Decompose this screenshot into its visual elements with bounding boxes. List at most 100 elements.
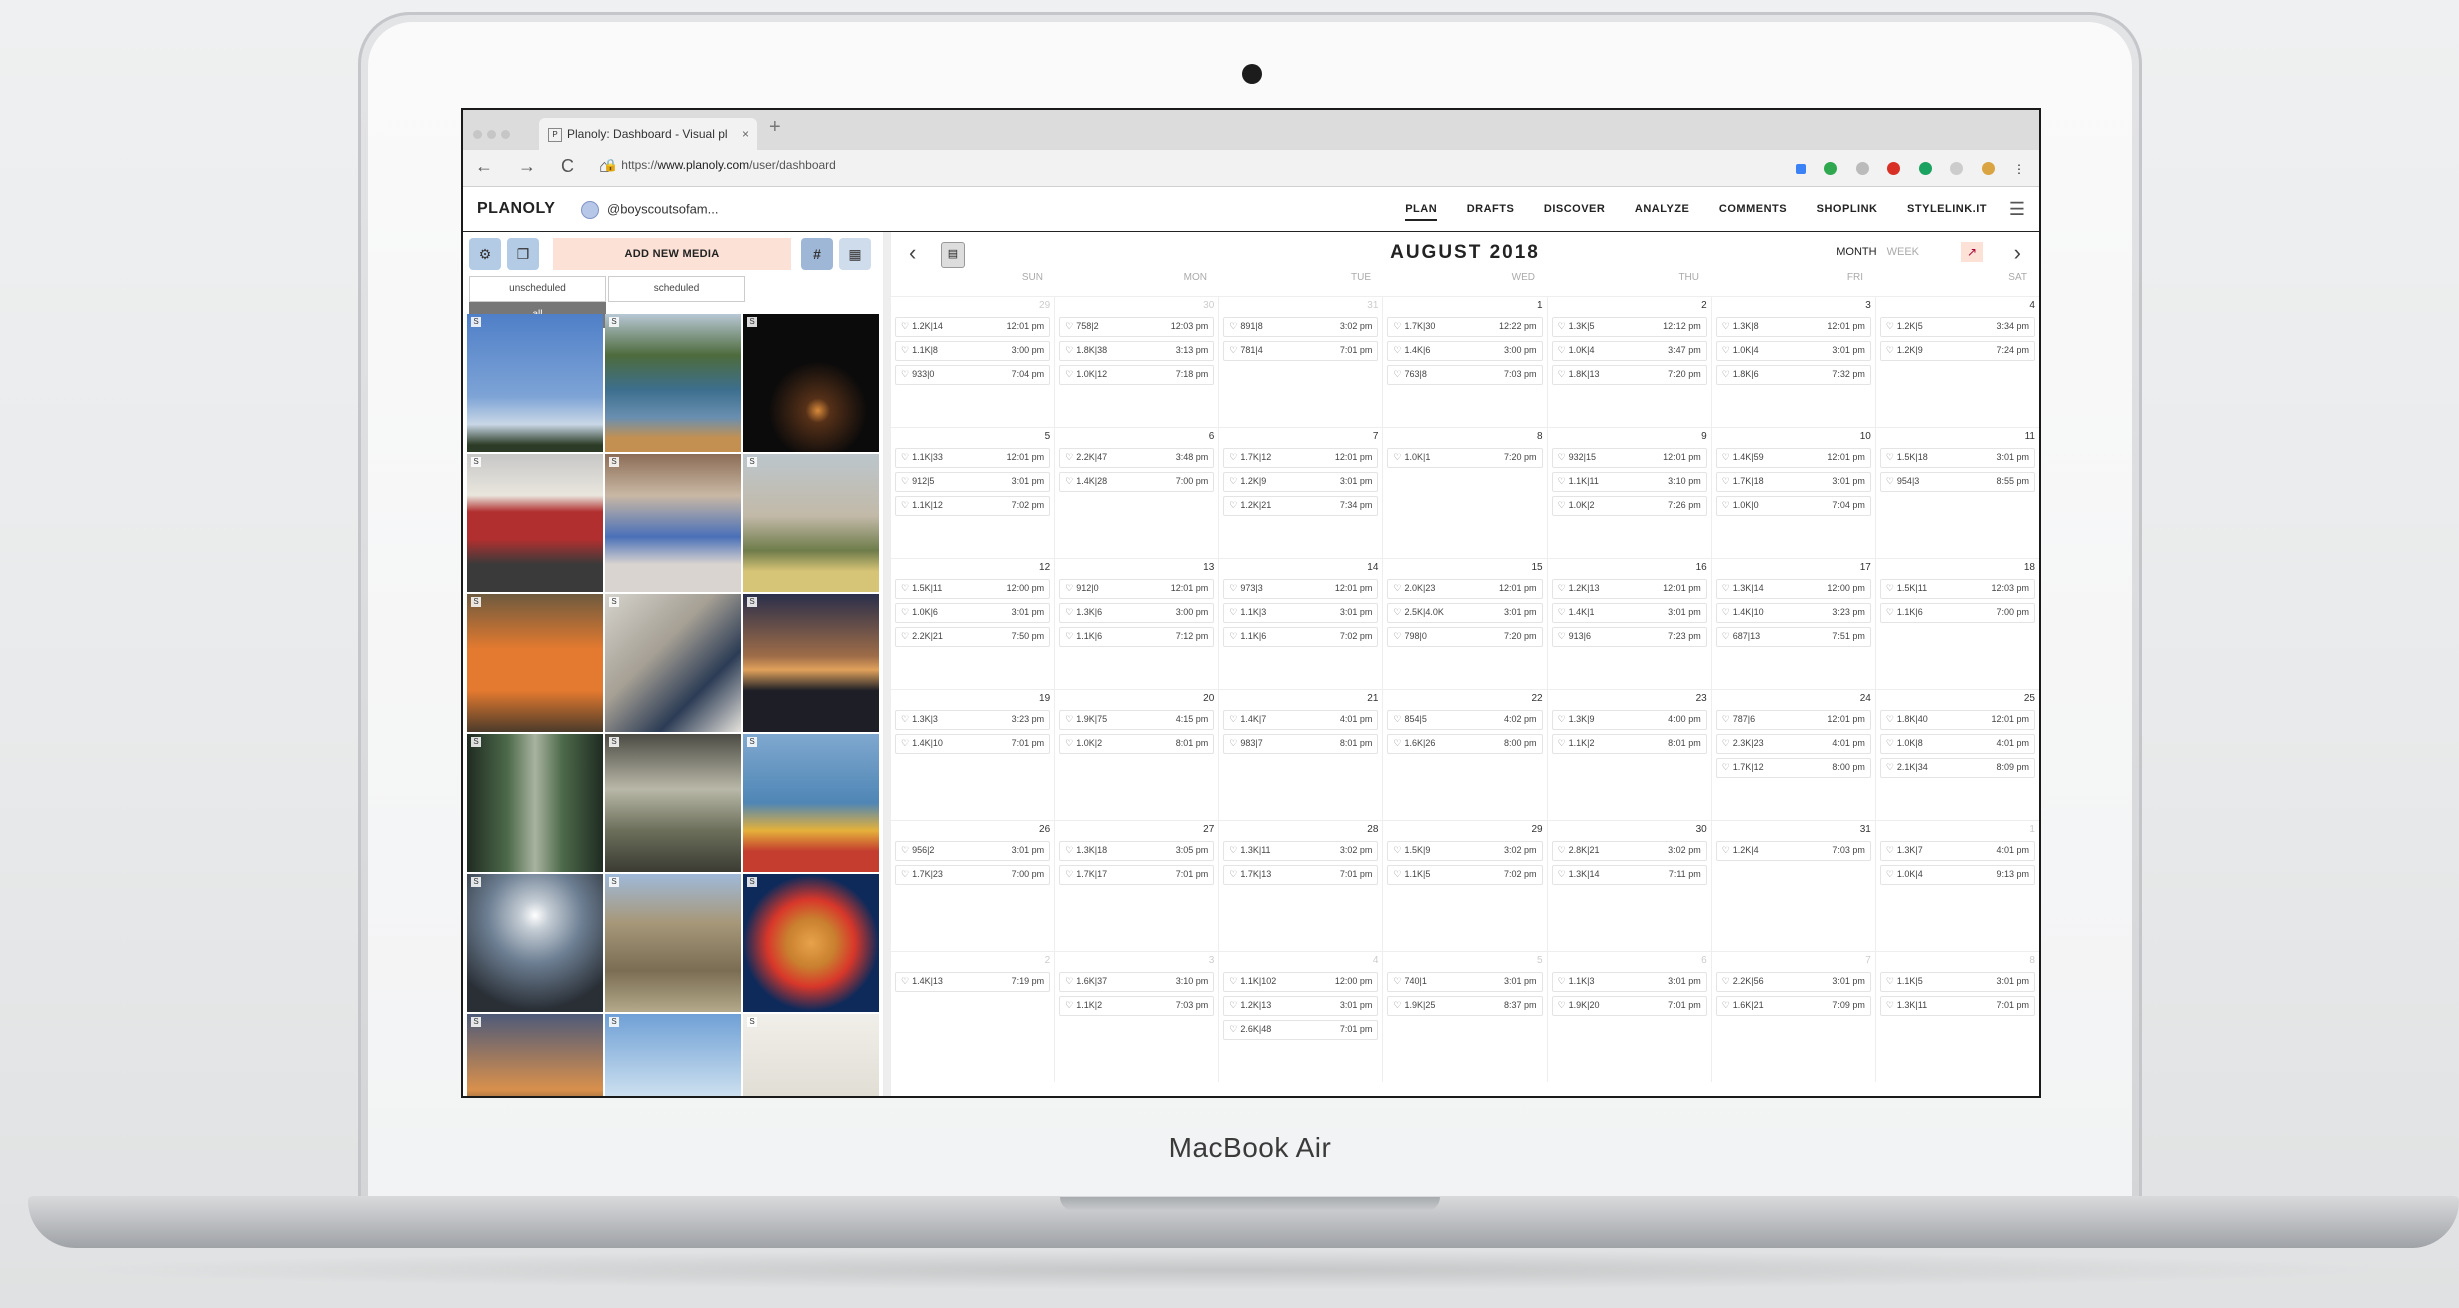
scheduled-post[interactable]: 1.3K|18 3:05 pm (1059, 841, 1215, 861)
calendar-day[interactable]: 3 1.6K|37 3:10 pm 1.1K|2 7:03 pm (1054, 952, 1218, 1082)
scheduled-post[interactable]: 983|7 8:01 pm (1223, 734, 1379, 754)
new-tab-button[interactable]: + (769, 116, 781, 139)
trend-chart-icon[interactable]: ↗ (1961, 242, 1983, 262)
stop-extension-icon[interactable] (1887, 162, 1901, 176)
grid-view-icon[interactable]: ▦ (839, 238, 871, 270)
scheduled-post[interactable]: 1.2K|4 7:03 pm (1715, 841, 1871, 861)
extensions[interactable]: ⋮ (1782, 160, 2025, 178)
scheduled-post[interactable]: 1.1K|102 12:00 pm (1223, 972, 1379, 992)
calendar-day[interactable]: 7 1.7K|12 12:01 pm 1.2K|9 3:01 pm 1.2K|21 7:34… (1218, 428, 1382, 558)
media-tile-group-outdoor[interactable]: S (743, 454, 879, 592)
scheduled-post[interactable]: 1.7K|12 8:00 pm (1715, 758, 1871, 778)
scheduled-post[interactable]: 1.1K|3 3:01 pm (1223, 603, 1379, 623)
scheduled-post[interactable]: 1.4K|28 7:00 pm (1059, 472, 1215, 492)
scheduled-post[interactable]: 1.3K|5 12:12 pm (1551, 317, 1707, 337)
scheduled-post[interactable]: 1.0K|4 3:47 pm (1551, 341, 1707, 361)
scheduled-post[interactable]: 1.2K|13 12:01 pm (1551, 579, 1707, 599)
calendar-day[interactable]: 16 1.2K|13 12:01 pm 1.4K|1 3:01 pm 913|6 7:23 … (1546, 559, 1711, 689)
scheduled-post[interactable]: 2.2K|21 7:50 pm (895, 627, 1051, 647)
nav-discover[interactable]: DISCOVER (1544, 203, 1605, 215)
calendar-day[interactable]: 8 1.0K|1 7:20 pm (1382, 428, 1546, 558)
media-tile-pancakes[interactable]: S (743, 874, 879, 1012)
scheduled-post[interactable]: 1.0K|6 3:01 pm (895, 603, 1051, 623)
calendar-day[interactable]: 24 787|6 12:01 pm 2.3K|23 4:01 pm 1.7K|12 8:00… (1710, 690, 1875, 820)
window-controls[interactable] (473, 126, 515, 144)
calendar-day[interactable]: 31 1.2K|4 7:03 pm (1710, 821, 1875, 951)
scheduled-post[interactable]: 1.2K|21 7:34 pm (1223, 496, 1379, 516)
calendar-day[interactable]: 30 2.8K|21 3:02 pm 1.3K|14 7:11 pm (1546, 821, 1711, 951)
browser-menu-icon[interactable]: ⋮ (2013, 162, 2025, 176)
scheduled-post[interactable]: 1.4K|13 7:19 pm (895, 972, 1051, 992)
scheduled-post[interactable]: 1.1K|33 12:01 pm (895, 448, 1051, 468)
scheduled-post[interactable]: 1.0K|4 3:01 pm (1715, 341, 1871, 361)
scheduled-post[interactable]: 1.1K|8 3:00 pm (895, 341, 1051, 361)
media-tile-computer[interactable]: S (605, 594, 741, 732)
scheduled-post[interactable]: 1.6K|26 8:00 pm (1387, 734, 1543, 754)
browser-tab[interactable]: P Planoly: Dashboard - Visual pl × (539, 118, 757, 150)
scheduled-post[interactable]: 933|0 7:04 pm (895, 365, 1051, 385)
close-tab-icon[interactable]: × (742, 118, 749, 150)
scheduled-post[interactable]: 1.7K|18 3:01 pm (1715, 472, 1871, 492)
media-tile-kayaks[interactable]: S (743, 734, 879, 872)
evernote-icon[interactable] (1918, 162, 1932, 176)
scheduled-post[interactable]: 932|15 12:01 pm (1551, 448, 1707, 468)
scheduled-post[interactable]: 1.3K|11 7:01 pm (1879, 996, 2035, 1016)
nav-drafts[interactable]: DRAFTS (1467, 203, 1515, 215)
calendar-day[interactable]: 4 1.1K|102 12:00 pm 1.2K|13 3:01 pm 2.6K|48 7:… (1218, 952, 1382, 1082)
scheduled-post[interactable]: 1.5K|18 3:01 pm (1879, 448, 2035, 468)
scheduled-post[interactable]: 1.1K|5 3:01 pm (1879, 972, 2035, 992)
nav-shoplink[interactable]: SHOPLINK (1817, 203, 1878, 215)
calendar-day[interactable]: 4 1.2K|5 3:34 pm 1.2K|9 7:24 pm (1874, 297, 2039, 427)
scheduled-post[interactable]: 1.4K|7 4:01 pm (1223, 710, 1379, 730)
scheduled-post[interactable]: 1.7K|23 7:00 pm (895, 865, 1051, 885)
calendar-day[interactable]: 28 1.3K|11 3:02 pm 1.7K|13 7:01 pm (1218, 821, 1382, 951)
scheduled-post[interactable]: 1.1K|12 7:02 pm (895, 496, 1051, 516)
calendar-day[interactable]: 13 912|0 12:01 pm 1.3K|6 3:00 pm 1.1K|6 7:12 p… (1054, 559, 1218, 689)
scheduled-post[interactable]: 1.2K|9 7:24 pm (1879, 341, 2035, 361)
calendar-day[interactable]: 2 1.3K|5 12:12 pm 1.0K|4 3:47 pm 1.8K|13 7:20 … (1546, 297, 1711, 427)
scheduled-post[interactable]: 891|8 3:02 pm (1223, 317, 1379, 337)
calendar-day[interactable]: 6 1.1K|3 3:01 pm 1.9K|20 7:01 pm (1546, 952, 1711, 1082)
calendar-day[interactable]: 31 891|8 3:02 pm 781|4 7:01 pm (1218, 297, 1382, 427)
scheduled-post[interactable]: 1.0K|4 9:13 pm (1879, 865, 2035, 885)
scheduled-post[interactable]: 1.2K|9 3:01 pm (1223, 472, 1379, 492)
calendar-day[interactable]: 1 1.3K|7 4:01 pm 1.0K|4 9:13 pm (1874, 821, 2039, 951)
calendar-day[interactable]: 3 1.3K|8 12:01 pm 1.0K|4 3:01 pm 1.8K|6 7:32 p… (1710, 297, 1875, 427)
media-tile-campfire[interactable]: S (743, 314, 879, 452)
scheduled-post[interactable]: 2.5K|4.0K 3:01 pm (1387, 603, 1543, 623)
scheduled-post[interactable]: 1.3K|14 7:11 pm (1551, 865, 1707, 885)
view-month[interactable]: MONTH (1836, 246, 1876, 258)
scheduled-post[interactable]: 1.1K|6 7:12 pm (1059, 627, 1215, 647)
scheduled-post[interactable]: 1.4K|59 12:01 pm (1715, 448, 1871, 468)
scheduled-post[interactable]: 1.5K|11 12:00 pm (895, 579, 1051, 599)
nav-buttons[interactable]: ← → C ⌂ (475, 156, 620, 177)
media-tile-sky[interactable]: S (467, 314, 603, 452)
scheduled-post[interactable]: 1.3K|3 3:23 pm (895, 710, 1051, 730)
account-switcher[interactable]: @boyscoutsofam... (581, 201, 718, 219)
filter-scheduled[interactable]: scheduled (608, 276, 745, 302)
scheduled-post[interactable]: 1.2K|5 3:34 pm (1879, 317, 2035, 337)
scheduled-post[interactable]: 1.8K|40 12:01 pm (1879, 710, 2035, 730)
scheduled-post[interactable]: 913|6 7:23 pm (1551, 627, 1707, 647)
scheduled-post[interactable]: 1.8K|13 7:20 pm (1551, 365, 1707, 385)
scheduled-post[interactable]: 1.1K|6 7:00 pm (1879, 603, 2035, 623)
scheduled-post[interactable]: 798|0 7:20 pm (1387, 627, 1543, 647)
planoly-logo[interactable]: PLANOLY (477, 200, 555, 218)
scheduled-post[interactable]: 1.0K|12 7:18 pm (1059, 365, 1215, 385)
add-new-media-button[interactable]: ADD NEW MEDIA (553, 238, 791, 270)
scheduled-post[interactable]: 1.2K|14 12:01 pm (895, 317, 1051, 337)
calendar-day[interactable]: 18 1.5K|11 12:03 pm 1.1K|6 7:00 pm (1874, 559, 2039, 689)
scheduled-post[interactable]: 1.8K|38 3:13 pm (1059, 341, 1215, 361)
scheduled-post[interactable]: 1.4K|6 3:00 pm (1387, 341, 1543, 361)
media-tile-rocky-tower[interactable]: S (605, 874, 741, 1012)
scheduled-post[interactable]: 954|3 8:55 pm (1879, 472, 2035, 492)
scheduled-post[interactable]: 1.3K|14 12:00 pm (1715, 579, 1871, 599)
copy-icon[interactable]: ❐ (507, 238, 539, 270)
scheduled-post[interactable]: 1.1K|5 7:02 pm (1387, 865, 1543, 885)
scheduled-post[interactable]: 1.7K|17 7:01 pm (1059, 865, 1215, 885)
profile-avatar[interactable] (1981, 162, 1995, 176)
scheduled-post[interactable]: 2.0K|23 12:01 pm (1387, 579, 1543, 599)
scheduled-post[interactable]: 687|13 7:51 pm (1715, 627, 1871, 647)
calendar-day[interactable]: 22 854|5 4:02 pm 1.6K|26 8:00 pm (1382, 690, 1546, 820)
calendar-day[interactable]: 10 1.4K|59 12:01 pm 1.7K|18 3:01 pm 1.0K|0 7:0… (1710, 428, 1875, 558)
